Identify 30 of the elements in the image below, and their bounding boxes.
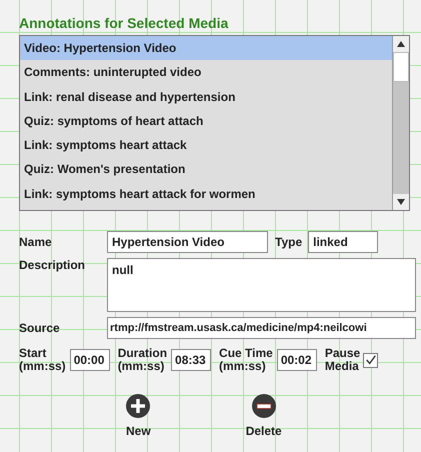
- list-item[interactable]: Quiz: symptoms of heart attach: [20, 108, 392, 134]
- duration-field[interactable]: 08:33: [171, 349, 212, 371]
- field-label: Start (mm:ss): [19, 347, 66, 373]
- source-field[interactable]: rtmp://fmstream.usask.ca/medicine/mp4:neilcowi: [107, 317, 416, 339]
- list-item[interactable]: Link: symptoms heart attack: [20, 133, 392, 158]
- scrollbar[interactable]: [392, 36, 409, 210]
- pause-checkbox[interactable]: [363, 352, 378, 368]
- field-label: Pause Media: [324, 347, 360, 373]
- section-title: Annotations for Selected Media: [19, 14, 228, 32]
- type-field[interactable]: linked: [308, 231, 378, 253]
- plus-icon: [126, 394, 150, 418]
- field-label: Duration (mm:ss): [118, 347, 168, 373]
- field-label: Description: [19, 258, 86, 272]
- field-label: Cue Time (mm:ss): [219, 347, 273, 373]
- new-button[interactable]: New: [126, 394, 151, 438]
- description-field[interactable]: null: [107, 258, 416, 312]
- field-label: Type: [275, 235, 302, 249]
- list-item[interactable]: Quiz: Women's presentation: [20, 157, 392, 182]
- name-field[interactable]: Hypertension Video: [107, 231, 268, 253]
- minus-icon: [252, 394, 276, 418]
- field-label: Source: [19, 321, 61, 335]
- list-item[interactable]: Comments: uninterupted video: [20, 60, 392, 85]
- scroll-thumb[interactable]: [393, 52, 409, 82]
- start-field[interactable]: 00:00: [70, 349, 110, 371]
- delete-button[interactable]: Delete: [246, 394, 282, 438]
- list-item[interactable]: Video: Hypertension Video: [20, 36, 392, 60]
- cue-time-field[interactable]: 00:02: [276, 349, 317, 371]
- list-item[interactable]: Link: symptoms heart attack for wormen: [20, 182, 392, 206]
- field-label: Name: [19, 235, 53, 249]
- list-item[interactable]: Link: renal disease and hypertension: [20, 84, 392, 109]
